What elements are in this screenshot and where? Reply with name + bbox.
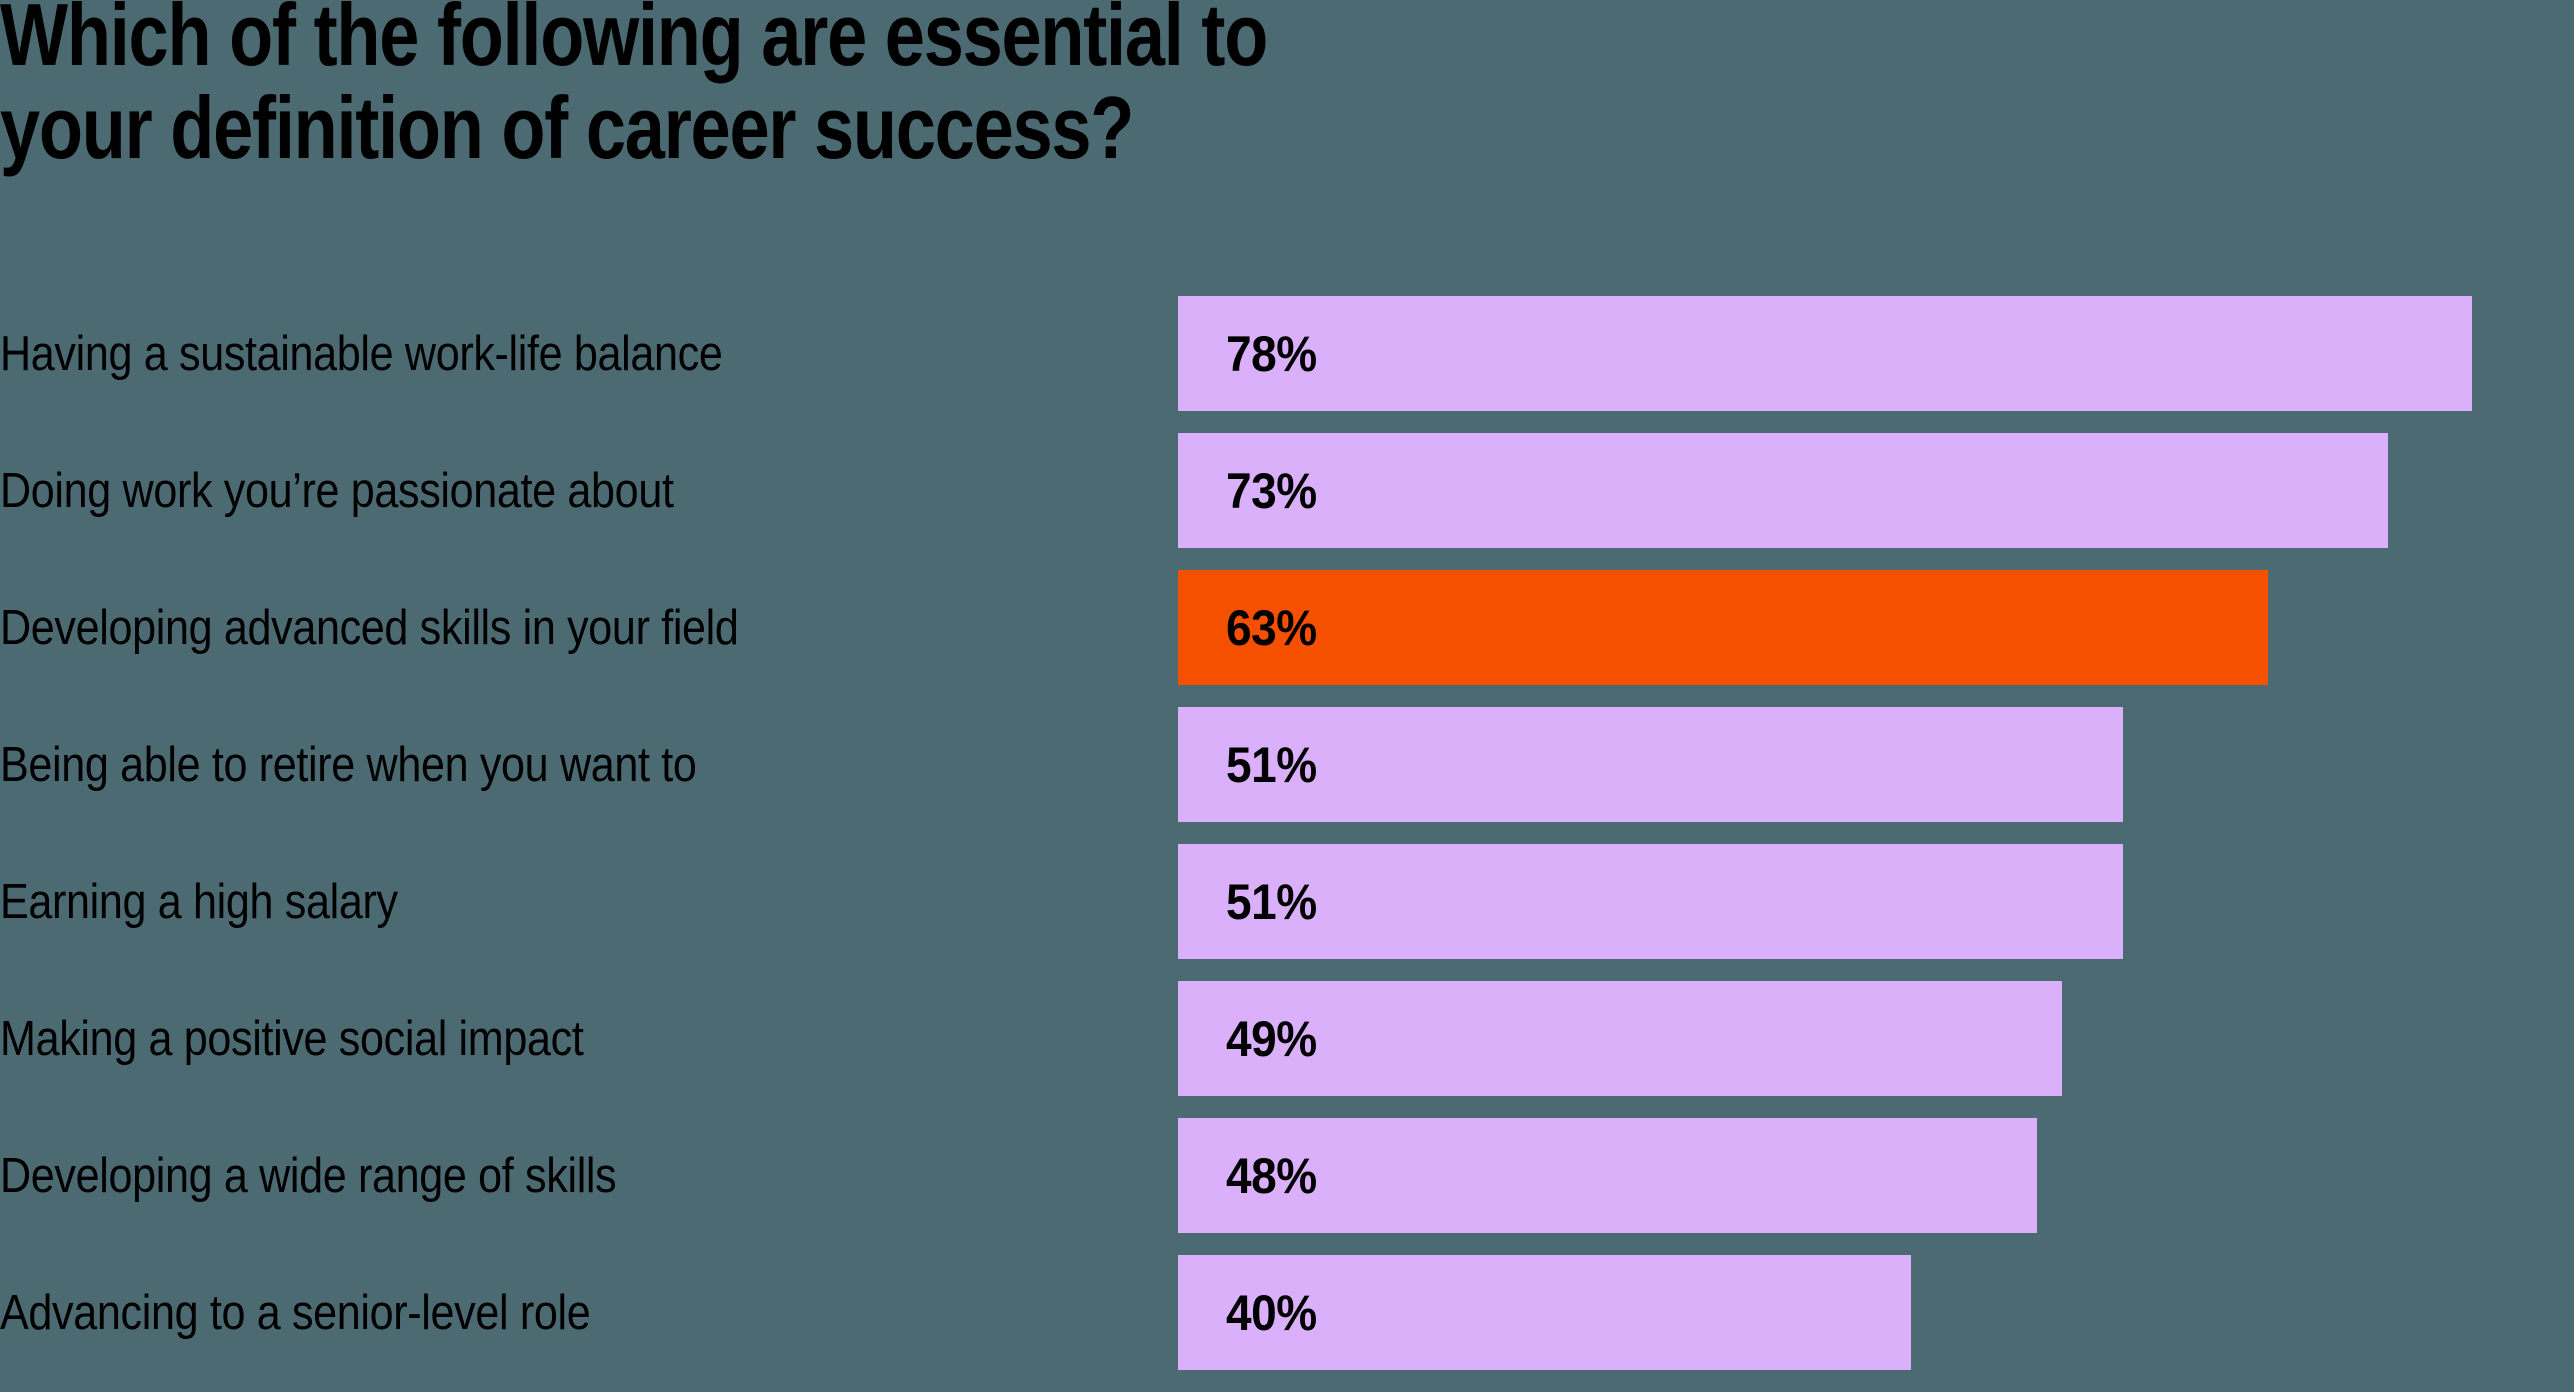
- bar-category-label: Doing work you’re passionate about: [0, 463, 674, 518]
- bar-value-label: 40%: [1226, 1284, 1317, 1341]
- bar-value-label: 49%: [1226, 1010, 1317, 1067]
- bar-category-label: Being able to retire when you want to: [0, 737, 697, 792]
- bar-row: Doing work you’re passionate about 73%: [0, 433, 2574, 570]
- bar-value-label: 78%: [1226, 325, 1317, 382]
- bar-row: Having a sustainable work-life balance 78…: [0, 296, 2574, 433]
- bar-row: Developing advanced skills in your field…: [0, 570, 2574, 707]
- bar-category-label: Developing a wide range of skills: [0, 1148, 617, 1203]
- bar-category-label: Having a sustainable work-life balance: [0, 326, 723, 381]
- bar: 78%: [1178, 296, 2472, 411]
- bar-rows: Having a sustainable work-life balance 78…: [0, 296, 2574, 1392]
- bar: 49%: [1178, 981, 2062, 1096]
- chart-title: Which of the following are essential to …: [0, 0, 1268, 178]
- bar-row: Developing a wide range of skills 48%: [0, 1118, 2574, 1255]
- bar: 51%: [1178, 707, 2123, 822]
- bar-value-label: 48%: [1226, 1147, 1317, 1204]
- bar-value-label: 51%: [1226, 873, 1317, 930]
- bar-category-label: Developing advanced skills in your field: [0, 600, 739, 655]
- bar-category-label: Advancing to a senior-level role: [0, 1285, 591, 1340]
- bar-chart: Which of the following are essential to …: [0, 0, 2574, 1375]
- bar-value-label: 73%: [1226, 462, 1317, 519]
- bar-row: Advancing to a senior-level role 40%: [0, 1255, 2574, 1392]
- bar: 51%: [1178, 844, 2123, 959]
- bar-row: Making a positive social impact 49%: [0, 981, 2574, 1118]
- bar-category-label: Earning a high salary: [0, 874, 398, 929]
- bar: 40%: [1178, 1255, 1911, 1370]
- bar: 73%: [1178, 433, 2388, 548]
- bar-row: Earning a high salary 51%: [0, 844, 2574, 981]
- bar-category-label: Making a positive social impact: [0, 1011, 584, 1066]
- bar-row: Being able to retire when you want to 51%: [0, 707, 2574, 844]
- bar-value-label: 51%: [1226, 736, 1317, 793]
- bar-value-label: 63%: [1226, 599, 1317, 656]
- bar: 63%: [1178, 570, 2268, 685]
- bar: 48%: [1178, 1118, 2037, 1233]
